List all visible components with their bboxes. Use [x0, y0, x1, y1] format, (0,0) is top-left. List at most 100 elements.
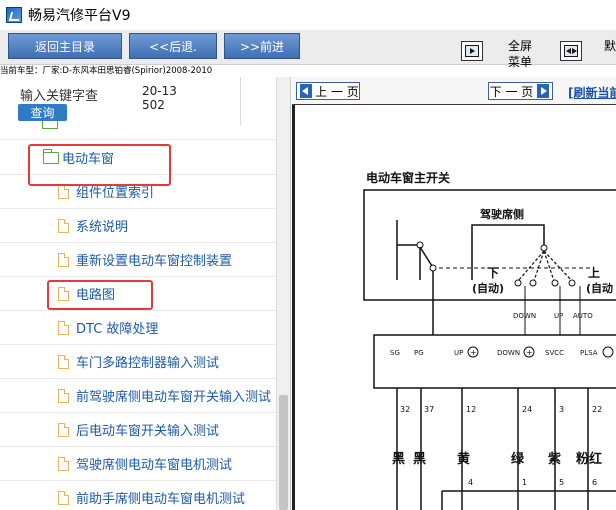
wire-color-label: 黑: [392, 452, 405, 467]
switch-arm-up: [543, 250, 573, 282]
switch-arm-down: [517, 250, 545, 282]
fullscreen-button[interactable]: [461, 41, 483, 61]
wire-color-label: 粉红: [576, 451, 602, 467]
prev-page-label: 上 一 页: [315, 84, 359, 99]
wire-color-label: 紫: [548, 451, 561, 467]
search-label: 输入关键字查: [20, 89, 99, 104]
wire-color-label: 绿: [511, 451, 525, 467]
document-icon: [58, 422, 69, 437]
tree-item-label: 前驾驶席侧电动车窗开关输入测试: [76, 390, 272, 405]
refresh-link[interactable]: [刷新当前: [568, 84, 616, 101]
contact-point: [529, 279, 537, 287]
tree-item[interactable]: 重新设置电动车窗控制装置: [0, 243, 283, 277]
pin-label: PLSA: [580, 349, 598, 357]
connector-number: 6: [592, 478, 597, 487]
tree-item[interactable]: 车门多路控制器输入测试: [0, 345, 283, 379]
prev-page-button[interactable]: 上 一 页: [296, 82, 360, 100]
pin-label: UP: [454, 349, 463, 357]
tree-scrollbar[interactable]: [276, 77, 290, 510]
wire-color-label: 黑: [413, 452, 426, 467]
diagram-title: 电动车窗主开关: [366, 170, 450, 185]
split-view-button[interactable]: [560, 41, 582, 61]
pin-number: 3: [559, 405, 564, 414]
plus-icon: [602, 346, 614, 358]
folder-icon: [42, 121, 58, 129]
pin-label: DOWN: [497, 349, 520, 357]
control-module-box: [373, 334, 616, 389]
pin-number: 32: [400, 405, 410, 414]
switch-group-label: 驾驶席侧: [479, 207, 524, 221]
tree-item[interactable]: 前驾驶席侧电动车窗开关输入测试: [0, 379, 283, 413]
contact-point: [568, 279, 576, 287]
tree-item-label: 重新设置电动车窗控制装置: [76, 254, 233, 269]
document-icon: [58, 354, 69, 369]
page-nav-bar: 上 一 页 下 一 页 [刷新当前: [292, 77, 616, 105]
tree-item-label: 前助手席侧电动车窗电机测试: [76, 492, 246, 507]
driver-switch-wire: [471, 224, 545, 280]
connector-number: 4: [468, 478, 473, 487]
scrollbar-thumb[interactable]: [279, 395, 288, 510]
up-label: 上: [588, 265, 600, 280]
pin-number: 37: [424, 405, 434, 414]
tree-item[interactable]: 后电动车窗开关输入测试: [0, 413, 283, 447]
document-icon: [58, 456, 69, 471]
tree-item-label: 驾驶席侧电动车窗电机测试: [76, 458, 233, 473]
next-page-button[interactable]: 下 一 页: [488, 82, 553, 100]
forward-button[interactable]: >>前进: [224, 33, 300, 59]
circuit-diagram: 电动车窗主开关 驾驶席侧 下 (自动) 上 (自动 UP AUTO SG PG …: [363, 170, 616, 510]
highlight-box-circuit-diagram: [47, 280, 153, 310]
arrow-right-icon: [537, 84, 549, 98]
pin-label: SVCC: [545, 349, 564, 357]
arrow-left-icon: [300, 84, 312, 98]
pin-number: 22: [592, 405, 602, 414]
switch-arm: [533, 250, 545, 282]
pin-number: 24: [522, 405, 532, 414]
app-window: 畅易汽修平台V9 返回主目录 <<后退. >>前进 全屏 菜单 默认 当前车型：…: [0, 0, 616, 510]
up-auto-label: (自动: [586, 281, 613, 295]
down-auto-label: (自动): [472, 281, 504, 295]
connector-number: 1: [522, 478, 527, 487]
split-arrows-icon: [564, 45, 578, 57]
home-button[interactable]: 返回主目录: [8, 33, 122, 59]
search-divider: [240, 77, 241, 125]
split-view-label: 默认: [604, 39, 616, 53]
state-label: UP: [554, 312, 563, 320]
document-viewer: 上 一 页 下 一 页 [刷新当前 电动车窗主开关 驾驶席侧 下 (自动) 上 …: [292, 77, 616, 510]
document-icon: [58, 388, 69, 403]
back-button[interactable]: <<后退.: [129, 33, 217, 59]
tree-item-label: 系统说明: [76, 220, 129, 235]
app-logo-icon: [6, 7, 22, 23]
document-icon: [58, 252, 69, 267]
title-bar: 畅易汽修平台V9: [0, 0, 616, 30]
toolbar: 返回主目录 <<后退. >>前进 全屏 菜单 默认: [0, 30, 616, 69]
pin-label: PG: [414, 349, 424, 357]
switch-arm: [419, 246, 433, 267]
vehicle-info: 当前车型：厂家:D-东风本田思铂睿(Spirior)2008-2010: [0, 66, 213, 76]
contact-point: [514, 279, 522, 287]
pin-number: 12: [466, 405, 476, 414]
plus-glyph: +: [470, 348, 477, 357]
search-input[interactable]: 20-13502: [142, 84, 182, 112]
down-label: 下: [487, 266, 499, 280]
tree-item[interactable]: 系统说明: [0, 209, 283, 243]
document-icon: [58, 184, 69, 199]
tree-item-label: 后电动车窗开关输入测试: [76, 424, 220, 439]
state-label: AUTO: [573, 312, 593, 320]
tree-item-label: 车门多路控制器输入测试: [76, 356, 220, 371]
contact-point: [540, 244, 548, 252]
highlight-box-folder: [28, 144, 171, 186]
pin-label: SG: [390, 349, 400, 357]
next-page-label: 下 一 页: [489, 84, 534, 99]
left-switch-wire: [396, 220, 421, 280]
tree-item-label: DTC 故障处理: [76, 322, 159, 337]
document-icon: [58, 320, 69, 335]
tree-item[interactable]: 驾驶席侧电动车窗电机测试: [0, 447, 283, 481]
contact-point: [551, 279, 559, 287]
connector-number: 5: [559, 478, 564, 487]
tree-item[interactable]: DTC 故障处理: [0, 311, 283, 345]
tree-item[interactable]: 前助手席侧电动车窗电机测试: [0, 481, 283, 510]
window-title: 畅易汽修平台V9: [28, 8, 131, 24]
expand-icon: [465, 45, 479, 57]
search-button[interactable]: 查询: [18, 104, 67, 121]
wire-color-label: 黄: [457, 451, 470, 467]
